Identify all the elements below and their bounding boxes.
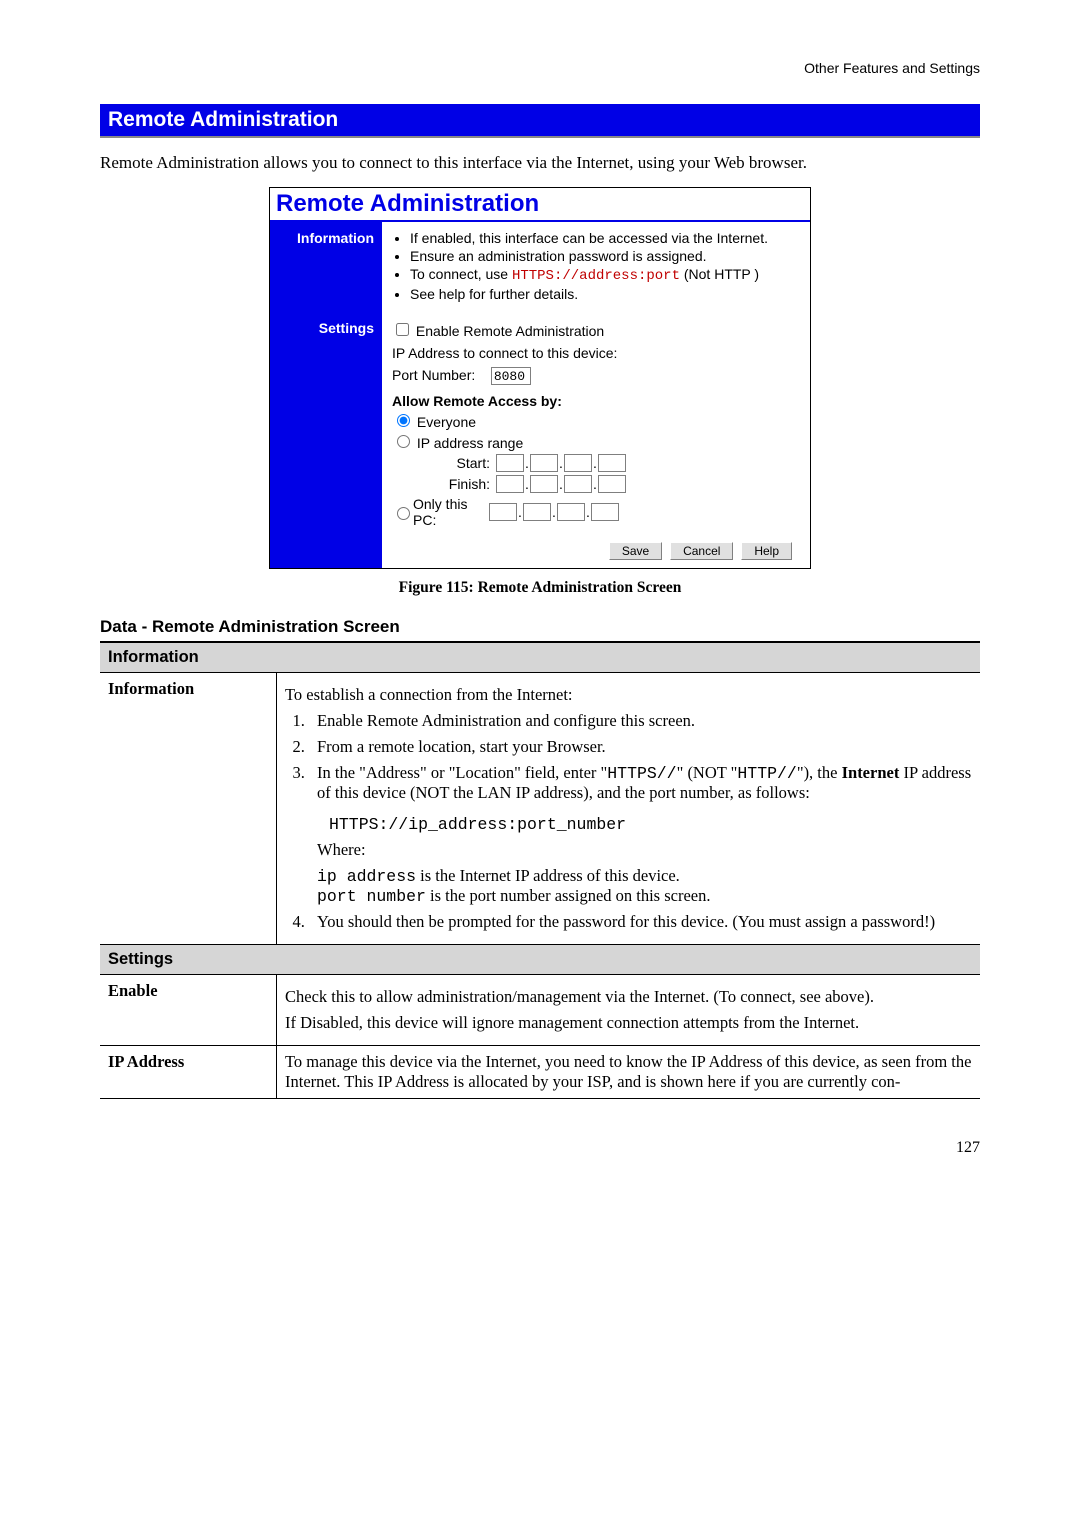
start-ip-2[interactable] [530,454,558,472]
table-section-settings: Settings [100,945,980,975]
row-info-li3: In the "Address" or "Location" field, en… [309,763,972,906]
where-port-line: port number is the port number assigned … [317,886,972,906]
finish-ip-3[interactable] [564,475,592,493]
ip-range-row: IP address range [392,432,800,451]
row-ip-address-label: IP Address [100,1046,277,1099]
allow-access-heading: Allow Remote Access by: [392,393,800,409]
only-pc-row: Only this PC: . . . [392,496,800,528]
data-table-heading: Data - Remote Administration Screen [100,617,980,637]
table-row: Enable Check this to allow administratio… [100,975,980,1046]
info-b3-pre: To connect, use [410,266,512,282]
info-bullet-4: See help for further details. [410,286,800,302]
page-number: 127 [100,1139,980,1157]
info-bullet-2: Ensure an administration password is ass… [410,248,800,264]
row-information-label: Information [100,673,277,945]
where-ip-line: ip address is the Internet IP address of… [317,866,972,886]
info-bullet-3: To connect, use HTTPS://address:port (No… [410,266,800,284]
row-ip-address-content: To manage this device via the Internet, … [277,1046,981,1099]
start-ip-1[interactable] [496,454,524,472]
everyone-label: Everyone [417,414,476,430]
help-button[interactable]: Help [741,542,792,560]
info-b3-post: (Not HTTP ) [680,266,759,282]
row-information-content: To establish a connection from the Inter… [277,673,981,945]
port-row: Port Number: [392,367,800,385]
data-table: Information Information To establish a c… [100,641,980,1099]
table-section-information: Information [100,642,980,673]
everyone-row: Everyone [392,411,800,430]
row-enable-content: Check this to allow administration/manag… [277,975,981,1046]
enable-row: Enable Remote Administration [392,320,800,339]
port-input[interactable] [491,367,531,385]
row-enable-label: Enable [100,975,277,1046]
where-label: Where: [317,840,972,860]
port-label: Port Number: [392,367,475,383]
enable-checkbox[interactable] [396,323,409,336]
save-button[interactable]: Save [609,542,662,560]
row-info-li1: Enable Remote Administration and configu… [309,711,972,731]
row-info-p1: To establish a connection from the Inter… [285,685,972,705]
figure-container: Remote Administration Information If ena… [100,187,980,569]
only-ip-3[interactable] [557,503,585,521]
ip-range-label: IP address range [417,435,523,451]
info-b3-code: HTTPS://address:port [512,268,680,284]
start-ip-3[interactable] [564,454,592,472]
start-label: Start: [392,455,496,471]
only-ip-1[interactable] [489,503,517,521]
only-ip-2[interactable] [523,503,551,521]
ip-connect-label: IP Address to connect to this device: [392,345,800,361]
page-header: Other Features and Settings [100,60,980,76]
button-row: Save Cancel Help [392,542,800,560]
code-line: HTTPS://ip_address:port_number [329,815,972,834]
section-settings-cell: Settings [100,945,980,975]
figure-caption: Figure 115: Remote Administration Screen [100,579,980,597]
only-pc-radio[interactable] [397,507,410,520]
panel-title: Remote Administration [270,188,810,222]
row-info-li2: From a remote location, start your Brows… [309,737,972,757]
start-ip-row: Start: . . . [392,454,800,472]
everyone-radio[interactable] [397,414,410,427]
section-info-cell: Information [100,642,980,673]
finish-ip-2[interactable] [530,475,558,493]
table-row: Information To establish a connection fr… [100,673,980,945]
information-label: Information [270,222,382,312]
table-row: IP Address To manage this device via the… [100,1046,980,1099]
section-title-bar: Remote Administration [100,104,980,138]
info-bullet-1: If enabled, this interface can be access… [410,230,800,246]
finish-label: Finish: [392,476,496,492]
ip-range-radio[interactable] [397,435,410,448]
finish-ip-1[interactable] [496,475,524,493]
enable-p2: If Disabled, this device will ignore man… [285,1013,972,1033]
remote-admin-panel: Remote Administration Information If ena… [269,187,811,569]
enable-p1: Check this to allow administration/manag… [285,987,972,1007]
cancel-button[interactable]: Cancel [670,542,733,560]
finish-ip-4[interactable] [598,475,626,493]
enable-label: Enable Remote Administration [416,323,604,339]
row-info-li4: You should then be prompted for the pass… [309,912,972,932]
only-ip-4[interactable] [591,503,619,521]
information-content: If enabled, this interface can be access… [382,222,810,312]
only-pc-label: Only this PC: [413,496,489,528]
start-ip-4[interactable] [598,454,626,472]
settings-label: Settings [270,312,382,568]
finish-ip-row: Finish: . . . [392,475,800,493]
intro-paragraph: Remote Administration allows you to conn… [100,152,980,175]
